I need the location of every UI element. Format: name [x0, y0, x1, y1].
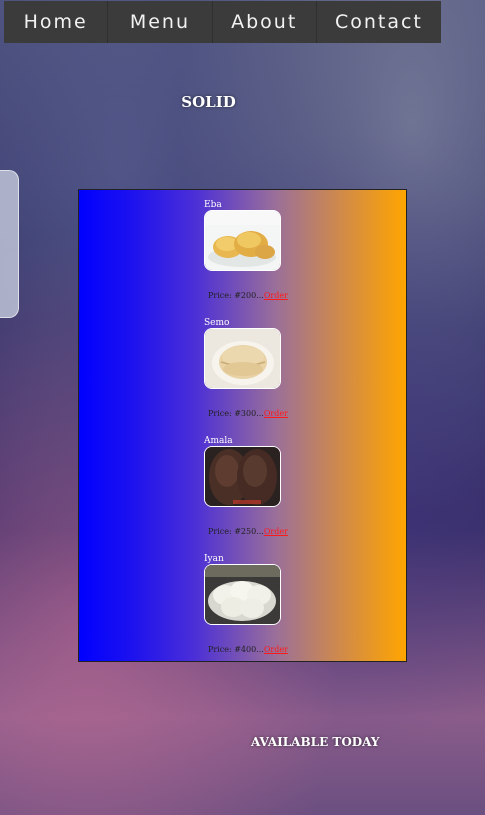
nav-menu-link[interactable]: Menu	[108, 1, 213, 43]
food-price-line: Price: #300...Order	[208, 409, 288, 418]
food-price: Price: #200...	[208, 291, 264, 300]
food-image-amala	[204, 446, 281, 507]
order-link[interactable]: Order	[264, 645, 288, 654]
order-link[interactable]: Order	[264, 409, 288, 418]
food-name: Iyan	[204, 554, 224, 564]
food-price: Price: #400...	[208, 645, 264, 654]
food-price-line: Price: #200...Order	[208, 291, 288, 300]
food-image-eba	[204, 210, 281, 271]
food-image-iyan	[204, 564, 281, 625]
food-price-line: Price: #400...Order	[208, 645, 288, 654]
food-menu-panel: Eba Price: #200...Order Semo Price: #300…	[78, 189, 407, 662]
food-price-line: Price: #250...Order	[208, 527, 288, 536]
food-image-semo	[204, 328, 281, 389]
order-link[interactable]: Order	[264, 527, 288, 536]
food-name: Eba	[204, 200, 222, 210]
top-navigation: Home Menu About Contact	[4, 1, 441, 43]
nav-contact-link[interactable]: Contact	[317, 1, 441, 43]
page-heading: SOLID	[181, 93, 236, 111]
availability-banner: AVAILABLE TODAY	[251, 735, 380, 749]
food-price: Price: #300...	[208, 409, 264, 418]
nav-home-link[interactable]: Home	[4, 1, 109, 43]
food-name: Amala	[204, 436, 233, 446]
order-link[interactable]: Order	[264, 291, 288, 300]
food-price: Price: #250...	[208, 527, 264, 536]
nav-about-link[interactable]: About	[213, 1, 317, 43]
side-drawer-tab[interactable]	[0, 170, 19, 318]
food-name: Semo	[204, 318, 230, 328]
